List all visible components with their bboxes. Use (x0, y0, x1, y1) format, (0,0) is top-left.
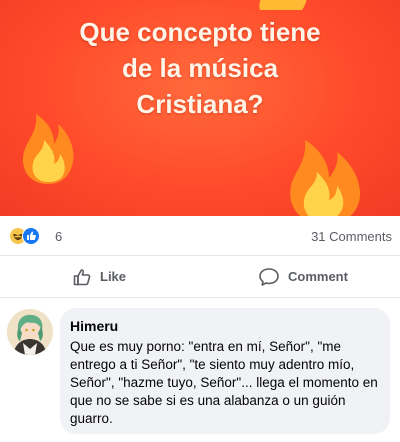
like-button-label: Like (100, 269, 127, 284)
comment-text: Que es muy porno: "entra en mí, Señor", … (70, 339, 378, 426)
banner-line-1: Que concepto tiene (79, 17, 321, 47)
like-button[interactable]: Like (72, 256, 126, 297)
fire-icon (23, 114, 74, 184)
comments-count-link[interactable]: 31 Comments (311, 229, 392, 244)
banner-line-2: de la música (121, 53, 279, 83)
comment-item: Himeru Que es muy porno: "entra en mí, S… (0, 298, 400, 442)
comment-author[interactable]: Himeru (70, 316, 380, 336)
thumbs-up-glyph (27, 231, 36, 240)
thumbs-up-icon (73, 268, 91, 285)
avatar-image (7, 309, 53, 355)
post-image[interactable]: Que concepto tiene de la música Cristian… (0, 0, 400, 216)
comment-button-label: Comment (288, 269, 348, 284)
comment-icon (259, 267, 279, 286)
reactions-summary: 6 31 Comments (0, 216, 400, 256)
like-icon[interactable] (22, 227, 40, 245)
fire-icon (290, 140, 360, 216)
fire-icon (259, 0, 307, 10)
comment-button[interactable]: Comment (258, 256, 348, 297)
avatar[interactable] (7, 309, 53, 355)
reaction-count[interactable]: 6 (55, 229, 62, 244)
post-actions: Like Comment (0, 256, 400, 298)
comment-bubble: Himeru Que es muy porno: "entra en mí, S… (60, 308, 390, 434)
